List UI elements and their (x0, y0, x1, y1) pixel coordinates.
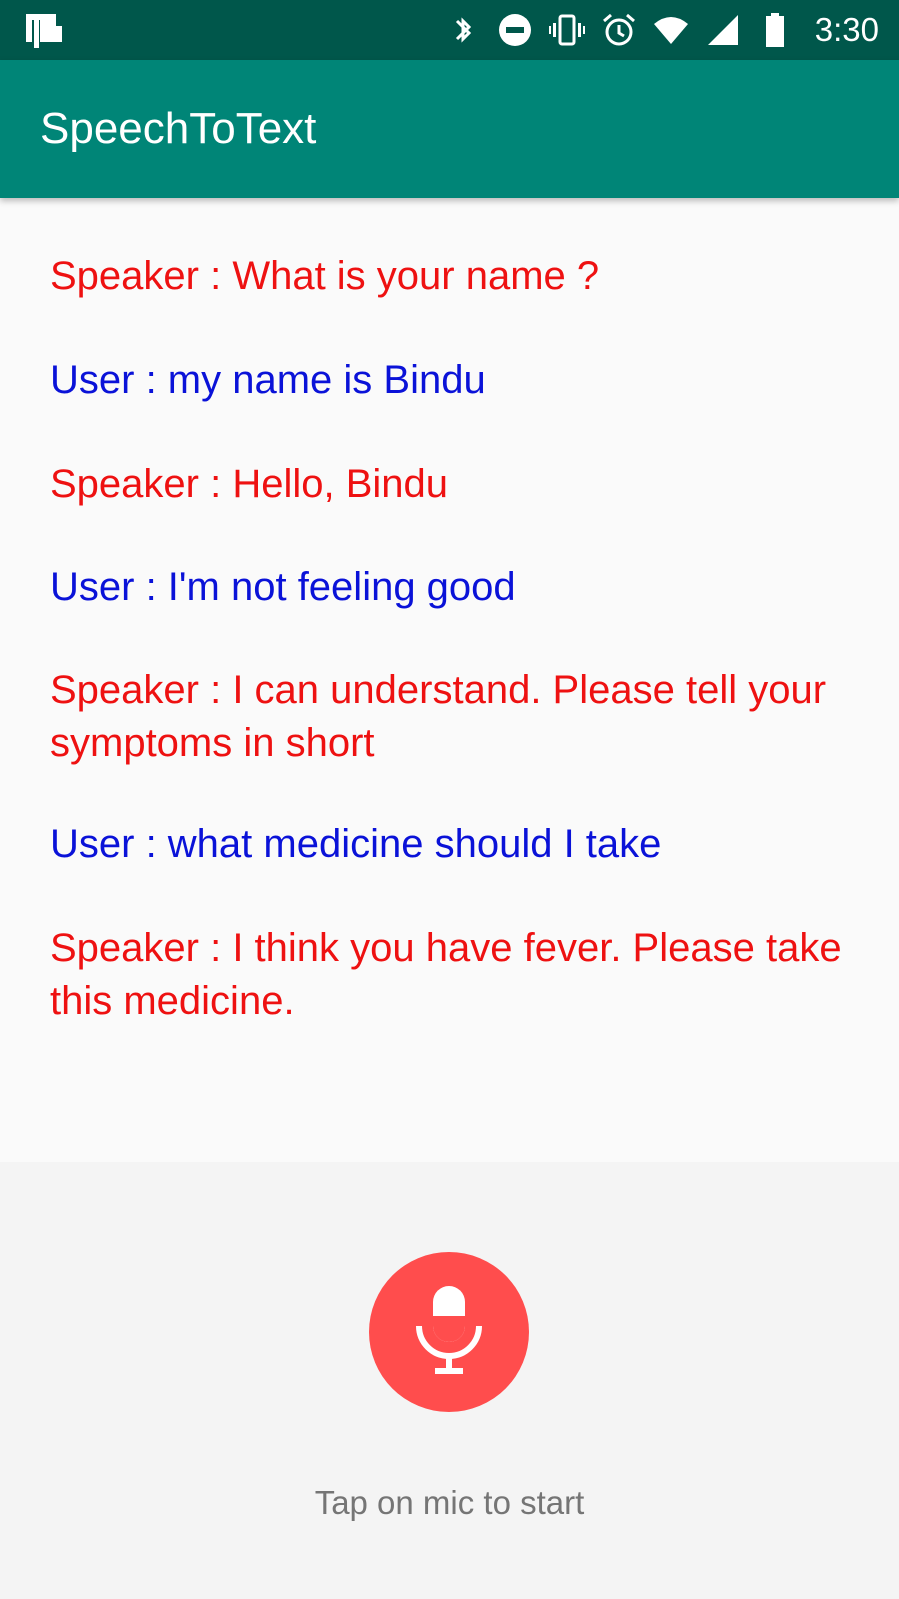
bluetooth-icon (445, 12, 481, 48)
wifi-icon (653, 12, 689, 48)
app-bar: SpeechToText (0, 60, 899, 198)
speaker-message: Speaker : I think you have fever. Please… (50, 926, 842, 1023)
cell-signal-icon (705, 12, 741, 48)
vibrate-icon (548, 12, 585, 48)
alarm-icon (601, 12, 637, 48)
mic-button[interactable] (369, 1252, 529, 1412)
user-message: User : what medicine should I take (50, 822, 662, 866)
user-message: User : I'm not feeling good (50, 565, 516, 609)
speaker-message: Speaker : I can understand. Please tell … (50, 668, 827, 765)
battery-icon (757, 12, 793, 48)
mic-hint-text: Tap on mic to start (314, 1484, 585, 1521)
speaker-message: Speaker : What is your name ? (50, 254, 600, 298)
app-title: SpeechToText (40, 104, 317, 153)
status-time: 3:30 (814, 11, 879, 48)
speaker-message: Speaker : Hello, Bindu (50, 462, 449, 506)
mic-panel: Tap on mic to start (0, 1162, 899, 1599)
user-message: User : my name is Bindu (50, 358, 486, 402)
do-not-disturb-icon (497, 12, 533, 48)
device-notification-icon (22, 12, 66, 50)
status-bar: 3:30 (0, 0, 899, 60)
conversation-log: Speaker : What is your name ? User : my … (0, 198, 899, 1162)
